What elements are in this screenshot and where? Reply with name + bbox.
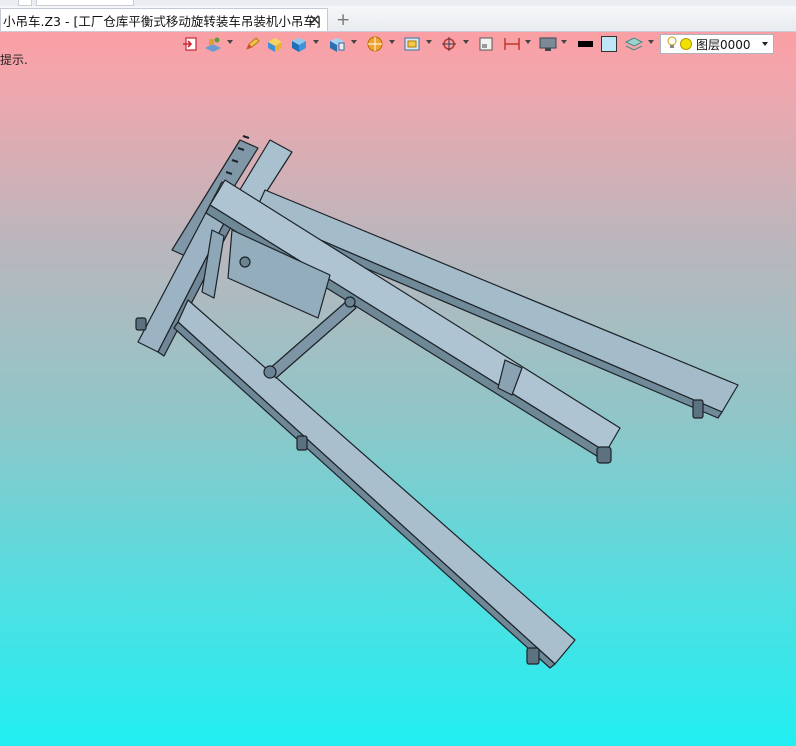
lower-long-beam	[177, 299, 576, 665]
document-tab-title: 小吊车.Z3 - [工厂仓库平衡式移动旋转装车吊装机小吊车]	[3, 13, 321, 29]
document-tab-bar: 小吊车.Z3 - [工厂仓库平衡式移动旋转装车吊装机小吊车] ✕ +	[0, 6, 796, 32]
add-tab-icon[interactable]: +	[336, 10, 350, 30]
close-icon[interactable]: ✕	[308, 11, 321, 29]
shaft-end	[263, 365, 277, 379]
crane-trolley-3d-model[interactable]	[135, 135, 739, 669]
document-tab[interactable]: 小吊车.Z3 - [工厂仓库平衡式移动旋转装车吊装机小吊车] ✕	[0, 8, 328, 31]
model-viewport[interactable]	[0, 31, 796, 746]
